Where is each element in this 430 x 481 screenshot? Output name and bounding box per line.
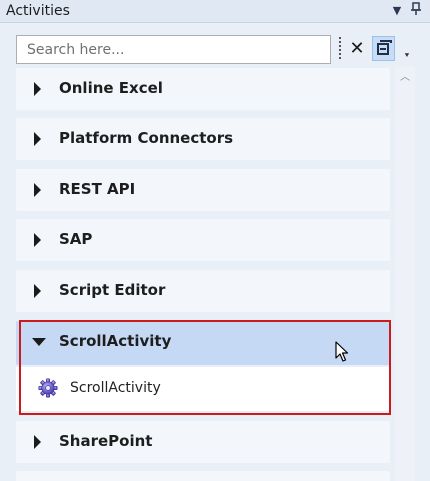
category-sap[interactable]: SAP [16,219,390,261]
category-rest-api[interactable]: REST API [16,169,390,211]
dropdown-icon[interactable]: ▼ [389,2,405,20]
vertical-scrollbar[interactable] [395,67,415,481]
expand-arrow-icon[interactable] [34,284,41,298]
toolbar-grip [338,37,342,61]
pin-icon[interactable] [408,2,424,20]
collapse-icon-bar [380,48,386,50]
scroll-up-icon[interactable]: ︿ [395,70,415,86]
category-label: Platform Connectors [59,129,234,147]
category-label: Script Editor [59,281,166,299]
panel-titlebar: Activities ▼ [0,0,430,23]
search-box[interactable] [16,35,331,64]
category-label: Online Excel [59,79,163,97]
category-label: SAP [59,230,93,248]
category-partial[interactable] [16,471,390,481]
expand-arrow-icon[interactable] [34,233,41,247]
collapse-icon-back [380,40,392,43]
category-online-excel[interactable]: Online Excel [16,68,390,110]
collapse-all-button[interactable] [372,36,395,61]
search-input[interactable] [17,36,330,63]
clear-search-button[interactable]: ✕ [346,37,368,61]
expand-arrow-icon[interactable] [34,435,41,449]
pin-icon-graphic [411,2,421,15]
more-options-icon[interactable]: ⯆ [402,50,412,62]
category-label: SharePoint [59,432,153,450]
expand-arrow-icon[interactable] [34,183,41,197]
category-label: REST API [59,180,136,198]
category-sharepoint[interactable]: SharePoint [16,421,390,463]
category-script-editor[interactable]: Script Editor [16,270,390,312]
panel-title: Activities [6,3,70,19]
mouse-cursor-icon [335,341,349,362]
expand-arrow-icon[interactable] [34,132,41,146]
highlight-box [19,320,391,415]
expand-arrow-icon[interactable] [34,82,41,96]
category-platform-connectors[interactable]: Platform Connectors [16,118,390,160]
